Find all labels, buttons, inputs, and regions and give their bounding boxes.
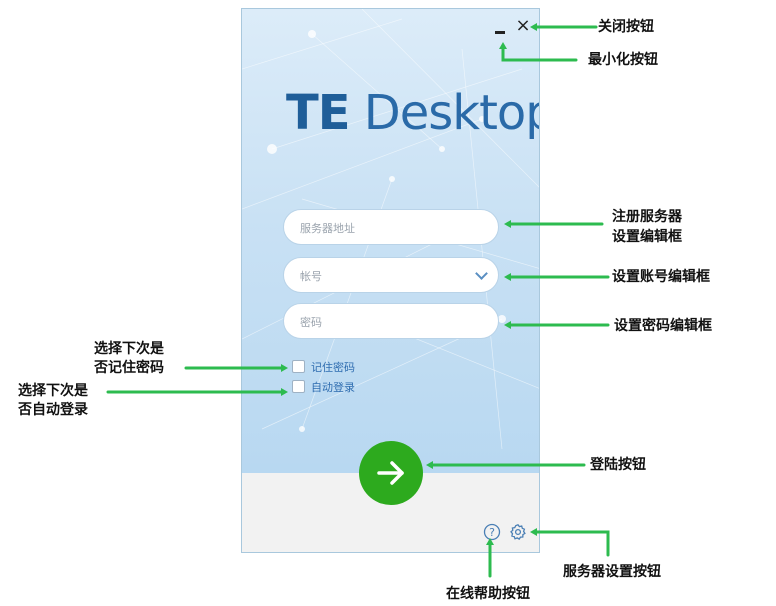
- annotation-remember-line1: 选择下次是: [94, 341, 164, 357]
- annotation-server-line1: 注册服务器: [612, 209, 682, 225]
- annotation-autologin-line1: 选择下次是: [18, 383, 88, 399]
- annotation-password: 设置密码编辑框: [614, 318, 712, 334]
- annotation-minimize: 最小化按钮: [588, 52, 658, 68]
- annotation-remember-line2: 否记住密码: [94, 360, 164, 376]
- annotation-help: 在线帮助按钮: [446, 586, 530, 602]
- annotation-login: 登陆按钮: [590, 457, 646, 473]
- annotation-close: 关闭按钮: [598, 19, 654, 35]
- annotation-server-line2: 设置编辑框: [612, 229, 682, 245]
- annotation-account: 设置账号编辑框: [612, 269, 710, 285]
- annotation-autologin-line2: 否自动登录: [18, 402, 88, 418]
- annotation-lines: [106, 23, 610, 578]
- annotation-settings: 服务器设置按钮: [563, 564, 661, 580]
